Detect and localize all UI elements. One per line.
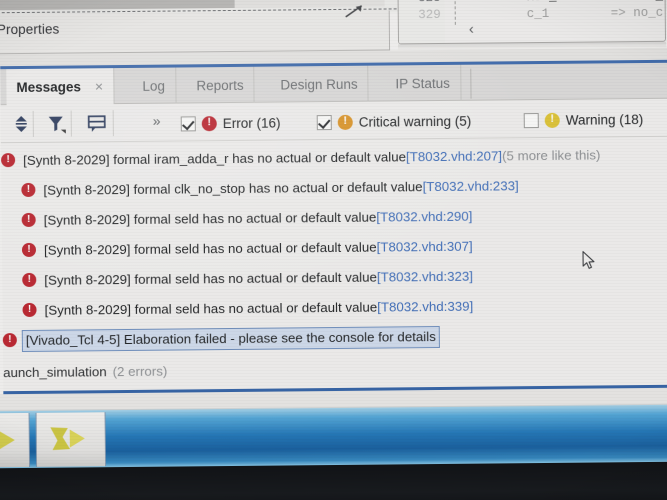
- filter-error-label: Error (16): [222, 115, 281, 131]
- error-icon: [21, 242, 37, 258]
- messages-list[interactable]: [Synth 8-2029] formal iram_adda_r has no…: [0, 136, 667, 394]
- filter-error-checkbox[interactable]: [180, 115, 196, 131]
- message-source-link[interactable]: [T8032.vhd:307]: [377, 238, 473, 254]
- messages-dock: Messages × Log Reports Design Runs IP St…: [0, 59, 667, 395]
- properties-panel[interactable]: Properties: [0, 5, 391, 55]
- grey-band: [0, 0, 235, 11]
- vivado-taskbar-item-1[interactable]: [0, 412, 31, 468]
- error-icon: [22, 272, 37, 288]
- toolbar-divider: [32, 110, 34, 137]
- tab-design-runs[interactable]: Design Runs: [270, 65, 369, 103]
- message-source-link[interactable]: [T8032.vhd:339]: [377, 298, 473, 314]
- tab-reports-label: Reports: [196, 77, 244, 93]
- footer-error-count: (2 errors): [112, 363, 168, 379]
- tab-messages[interactable]: Messages ×: [6, 68, 115, 106]
- toolbar-overflow-icon[interactable]: »: [153, 113, 159, 129]
- filter-icon[interactable]: [45, 112, 69, 136]
- screen-surface: Properties 328 Rst_n => Rst_n 329 c_1 =>…: [0, 0, 667, 500]
- code-port-map: => no_c: [610, 5, 664, 21]
- message-more-like-this: (5 more like this): [502, 146, 601, 163]
- tab-ip-status-label: IP Status: [395, 75, 451, 91]
- close-icon[interactable]: ×: [95, 78, 103, 94]
- footer-label: aunch_simulation: [3, 363, 107, 380]
- filter-warning-label: Warning (18): [565, 111, 644, 128]
- messages-toolbar: » Error (16) Critical warning (5) Warnin…: [0, 98, 667, 144]
- messages-footer[interactable]: aunch_simulation (2 errors): [3, 351, 667, 387]
- properties-panel-title: Properties: [0, 21, 60, 38]
- tab-design-runs-label: Design Runs: [280, 76, 358, 93]
- collapse-arrow-icon[interactable]: [342, 3, 368, 21]
- tab-reports[interactable]: Reports: [186, 66, 255, 104]
- error-icon: [201, 115, 217, 131]
- toolbar-divider: [70, 110, 72, 137]
- message-text: [Vivado_Tcl 4-5] Elaboration failed - pl…: [21, 325, 440, 352]
- mouse-pointer: [582, 251, 595, 269]
- filter-error[interactable]: Error (16): [180, 113, 281, 134]
- error-icon: [1, 153, 16, 168]
- message-text: [Synth 8-2029] formal seld has no actual…: [44, 299, 378, 318]
- error-icon: [2, 333, 17, 348]
- code-line-number: 328: [405, 0, 441, 5]
- tab-log-label: Log: [142, 78, 166, 94]
- filter-critical-warning[interactable]: Critical warning (5): [316, 111, 472, 132]
- message-source-link[interactable]: [T8032.vhd:290]: [376, 208, 472, 224]
- toolbar-divider: [112, 110, 114, 137]
- filter-warning[interactable]: Warning (18): [523, 109, 644, 130]
- message-balloon-icon[interactable]: [85, 111, 109, 135]
- error-icon: [21, 182, 36, 198]
- code-line-number: 329: [418, 7, 441, 23]
- filter-warning-checkbox[interactable]: [523, 112, 539, 128]
- message-text: [Synth 8-2029] formal clk_no_stop has no…: [43, 178, 423, 198]
- code-signal-name: c_1: [526, 6, 550, 22]
- code-port-map: => Rst_n: [611, 0, 667, 3]
- message-source-link[interactable]: [T8032.vhd:207]: [406, 148, 502, 164]
- vivado-taskbar-item-2[interactable]: [35, 412, 107, 467]
- desk-surface: [0, 461, 667, 500]
- table-row-selected[interactable]: [Vivado_Tcl 4-5] Elaboration failed - pl…: [2, 319, 667, 355]
- error-icon: [21, 212, 36, 228]
- message-text: [Synth 8-2029] formal seld has no actual…: [43, 209, 377, 228]
- message-text: [Synth 8-2029] formal iram_adda_r has no…: [23, 148, 407, 168]
- filter-critical-warning-label: Critical warning (5): [358, 113, 472, 130]
- filter-critical-warning-checkbox[interactable]: [316, 114, 332, 130]
- warning-icon: [544, 112, 560, 128]
- collapse-expand-icon[interactable]: [9, 112, 33, 136]
- photo-of-monitor: Properties 328 Rst_n => Rst_n 329 c_1 =>…: [0, 0, 667, 500]
- code-signal-name: Rst_n: [527, 0, 565, 4]
- tab-messages-label: Messages: [16, 78, 82, 95]
- error-icon: [22, 302, 37, 318]
- taskbar: [0, 403, 667, 469]
- message-source-link[interactable]: [T8032.vhd:233]: [423, 178, 519, 194]
- message-text: [Synth 8-2029] formal seld has no actual…: [43, 239, 377, 258]
- tab-ip-status[interactable]: IP Status: [385, 64, 462, 102]
- critical-warning-icon: [337, 114, 353, 130]
- tab-log[interactable]: Log: [132, 67, 177, 104]
- code-editor-fragment[interactable]: 328 Rst_n => Rst_n 329 c_1 => no_c ‹: [397, 0, 667, 45]
- message-source-link[interactable]: [T8032.vhd:323]: [377, 268, 473, 284]
- xilinx-logo-icon: [50, 420, 88, 458]
- code-back-chevron-icon[interactable]: ‹: [469, 21, 474, 38]
- tabstrip-end-divider: [470, 68, 472, 99]
- code-line: 329 c_1 => no_c: [399, 6, 665, 26]
- message-text: [Synth 8-2029] formal seld has no actual…: [44, 269, 377, 288]
- play-triangle-icon: [0, 427, 15, 454]
